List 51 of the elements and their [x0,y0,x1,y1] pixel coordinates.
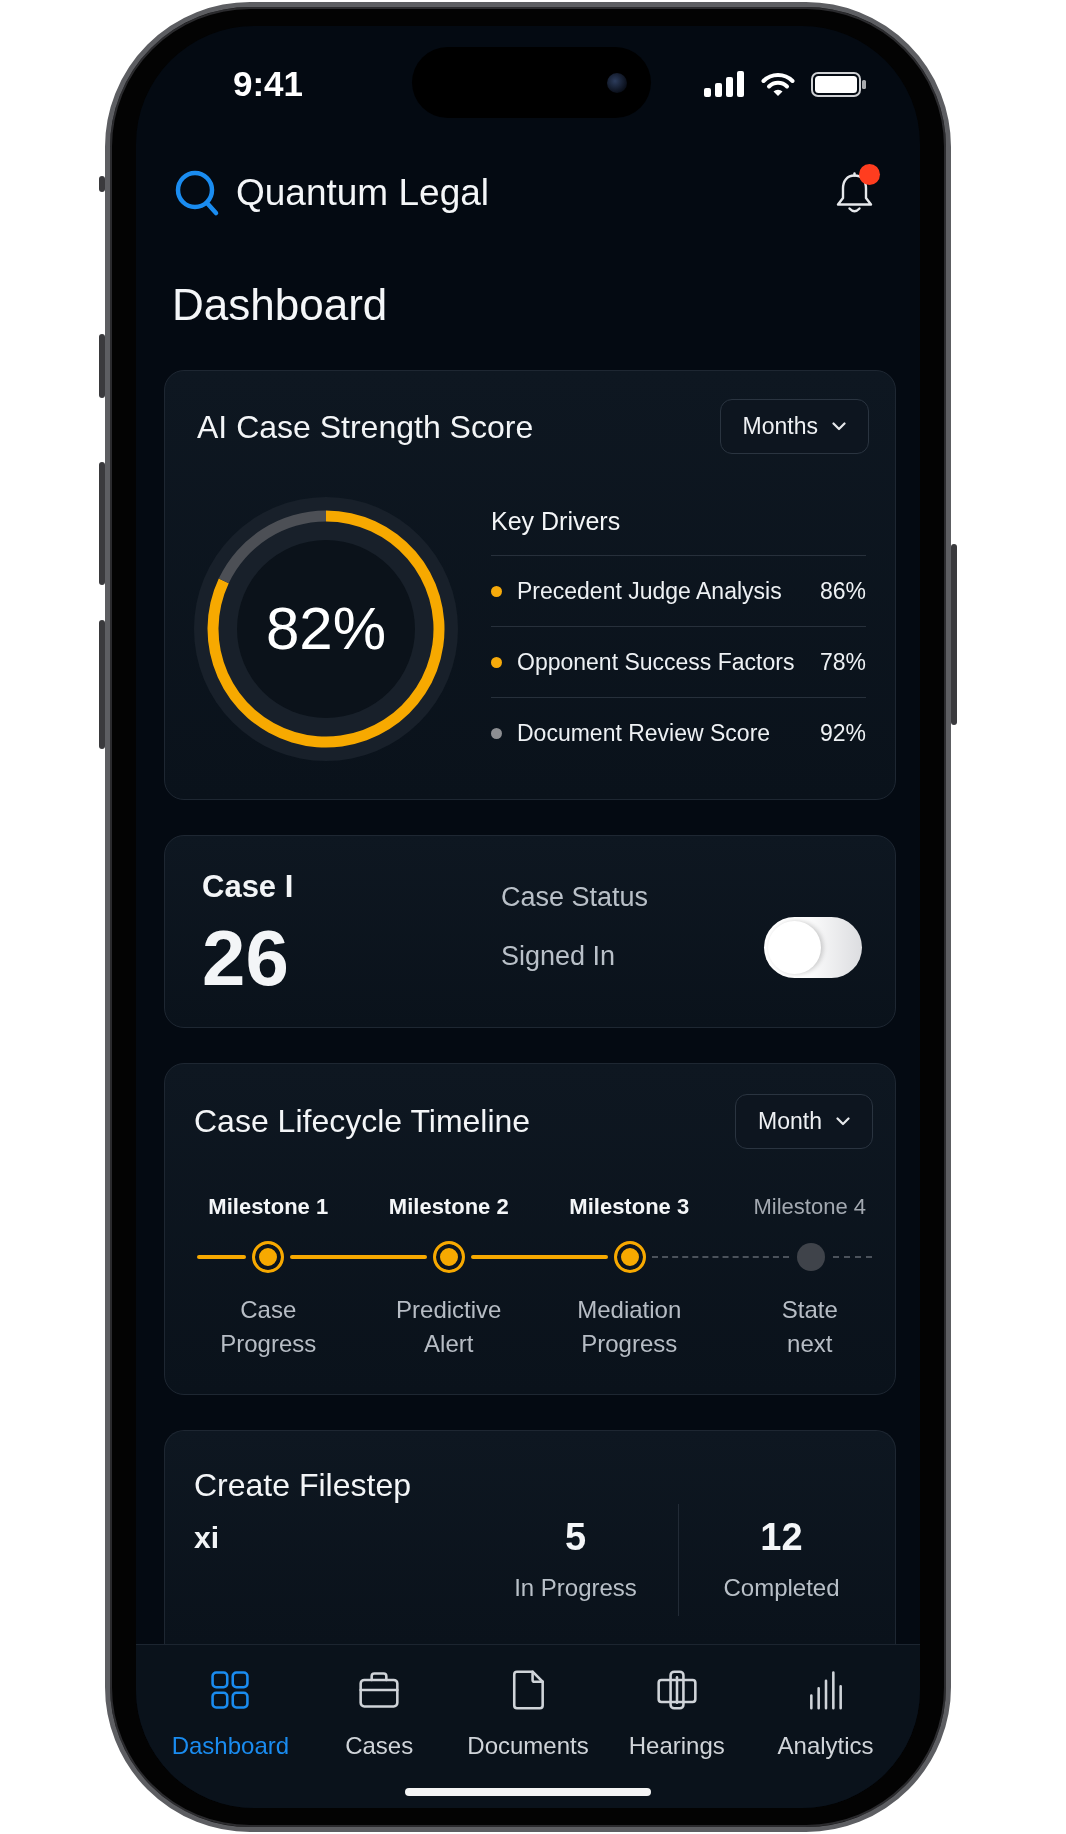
tab-button[interactable]: Dashboard [156,1668,305,1760]
milestone-caption: State next [781,1295,838,1359]
tab-button[interactable]: Documents [453,1668,603,1760]
timeline-connector [833,1256,872,1258]
stat-label: Completed [723,1573,840,1603]
timeline-connector [197,1255,246,1259]
stat-label: In Progress [514,1573,637,1603]
milestone-caption: Mediation Progress [577,1295,682,1359]
battery-icon [811,71,867,97]
status-label: Case Status [501,881,649,914]
status-time: 9:41 [233,68,304,100]
driver-percent: 92% [819,719,866,747]
filestep-subtitle: xi [194,1520,220,1556]
card-title: Create Filestep [194,1466,411,1504]
driver-percent: 78% [819,648,866,676]
toggle-switch[interactable] [764,917,862,978]
camera-lens-icon [607,72,627,93]
bell-icon[interactable] [834,171,875,215]
stat-value: 5 [564,1515,587,1559]
milestone-caption: Predictive Alert [396,1295,502,1359]
driver-name: Opponent Success Factors [517,648,795,676]
milestone-label: Milestone 2 [388,1193,509,1221]
card-title: AI Case Strength Score [197,407,534,446]
side-button[interactable] [99,176,105,192]
period-dropdown[interactable]: Months [719,399,869,454]
score-value: 82% [265,599,387,659]
case-label: Case I [202,869,294,905]
chevron-down-icon [836,1116,850,1126]
search-icon [174,169,220,217]
signal-icon [704,71,745,97]
driver-name: Document Review Score [517,719,771,747]
section-heading: Key Drivers [491,506,621,536]
app-name: Quantum Legal [236,171,489,215]
tab-button[interactable]: Hearings [602,1668,752,1760]
driver-name: Precedent Judge Analysis [517,577,782,605]
case-count: 26 [202,919,289,997]
status-value: Signed In [501,940,616,973]
wifi-icon [760,71,796,97]
chevron-down-icon [832,422,846,431]
milestone-label: Milestone 4 [753,1193,866,1221]
tab-button[interactable]: Analytics [751,1668,900,1760]
card-title: Case Lifecycle Timeline [194,1102,531,1140]
milestone-caption: Case Progress [220,1295,317,1359]
tab-button[interactable]: Cases [304,1668,454,1760]
pillar-frame-icon [654,1668,699,1712]
stat-value: 12 [760,1515,803,1559]
period-dropdown[interactable]: Month [735,1093,873,1149]
milestone-label: Milestone 1 [208,1193,329,1221]
driver-percent: 86% [819,577,866,605]
page-title: Dashboard [172,281,388,329]
milestone-label: Milestone 3 [569,1193,690,1221]
